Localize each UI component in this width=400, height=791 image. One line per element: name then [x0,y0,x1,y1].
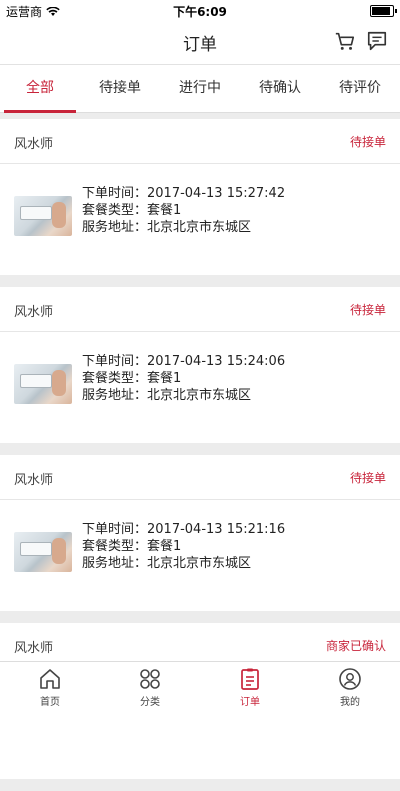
service-thumbnail [14,532,72,572]
provider-name: 风水师 [14,641,54,656]
package-label: 套餐类型： [82,371,148,386]
battery-fill [372,7,390,15]
order-status: 待接单 [349,303,386,317]
message-icon[interactable] [366,30,388,52]
order-time: 2017-04-13 15:24:06 [147,354,286,369]
address-label: 服务地址： [82,220,148,235]
package-type: 套餐1 [147,539,182,554]
package-row: 套餐类型：套餐1 [82,202,285,219]
package-label: 套餐类型： [82,539,148,554]
tab-pending-accept[interactable]: 待接单 [80,65,160,112]
profile-icon [339,668,361,690]
order-status: 待接单 [349,135,386,149]
home-icon [40,669,60,689]
cart-icon[interactable] [334,30,356,52]
order-time-row: 下单时间：2017-04-13 15:27:42 [82,185,285,202]
order-card-header: 风水师 待接单 [0,287,400,332]
status-bar: 运营商 下午6:09 [0,0,400,20]
order-details: 下单时间：2017-04-13 15:21:16 套餐类型：套餐1 服务地址：北… [82,521,285,572]
order-card[interactable]: 风水师 待接单 下单时间：2017-04-13 15:24:06 套餐类型：套餐… [0,287,400,443]
service-thumbnail [14,196,72,236]
service-address: 北京北京市东城区 [147,556,252,571]
order-details: 下单时间：2017-04-13 15:24:06 套餐类型：套餐1 服务地址：北… [82,353,285,404]
battery-icon [370,5,397,17]
address-row: 服务地址：北京北京市东城区 [82,555,285,572]
provider-name: 风水师 [14,473,54,488]
service-address: 北京北京市东城区 [147,388,252,403]
provider-name: 风水师 [14,137,54,152]
status-time: 下午6:09 [173,5,227,19]
order-card-body: 下单时间：2017-04-13 15:21:16 套餐类型：套餐1 服务地址：北… [0,500,400,600]
provider-name: 风水师 [14,305,54,320]
order-time-label: 下单时间： [82,354,148,369]
bottom-tab-bar: 首页 分类 订单 我的 [0,661,400,711]
category-icon [140,669,160,689]
order-time: 2017-04-13 15:27:42 [147,186,286,201]
tab-all[interactable]: 全部 [0,65,80,113]
tabbar-label: 分类 [140,697,160,708]
package-type: 套餐1 [147,203,182,218]
order-filter-tabs: 全部 待接单 进行中 待确认 待评价 [0,65,400,113]
service-thumbnail [14,364,72,404]
order-card-header: 风水师 待接单 [0,455,400,500]
package-row: 套餐类型：套餐1 [82,538,285,555]
tabbar-label: 我的 [340,697,360,708]
order-time-row: 下单时间：2017-04-13 15:21:16 [82,521,285,538]
package-row: 套餐类型：套餐1 [82,370,285,387]
order-card-body: 下单时间：2017-04-13 15:24:06 套餐类型：套餐1 服务地址：北… [0,332,400,432]
tabbar-item-profile[interactable]: 我的 [300,662,400,711]
order-card-header: 风水师 待接单 [0,119,400,164]
order-time: 2017-04-13 15:21:16 [147,522,286,537]
address-label: 服务地址： [82,556,148,571]
tab-pending-review[interactable]: 待评价 [320,65,400,112]
order-card[interactable]: 风水师 待接单 下单时间：2017-04-13 15:21:16 套餐类型：套餐… [0,455,400,611]
tabbar-item-order[interactable]: 订单 [200,662,300,711]
tab-in-progress[interactable]: 进行中 [160,65,240,112]
address-label: 服务地址： [82,388,148,403]
order-details: 下单时间：2017-04-13 15:27:42 套餐类型：套餐1 服务地址：北… [82,185,285,236]
order-card-body: 下单时间：2017-04-13 15:27:42 套餐类型：套餐1 服务地址：北… [0,164,400,264]
order-time-row: 下单时间：2017-04-13 15:24:06 [82,353,285,370]
package-type: 套餐1 [147,371,182,386]
order-status: 商家已确认 [325,639,386,653]
order-card[interactable]: 风水师 待接单 下单时间：2017-04-13 15:27:42 套餐类型：套餐… [0,119,400,275]
tab-pending-confirm[interactable]: 待确认 [240,65,320,112]
order-time-label: 下单时间： [82,522,148,537]
order-icon [241,668,259,690]
tabbar-label: 首页 [40,697,60,708]
order-time-label: 下单时间： [82,186,148,201]
package-label: 套餐类型： [82,203,148,218]
order-status: 待接单 [349,471,386,485]
address-row: 服务地址：北京北京市东城区 [82,387,285,404]
address-row: 服务地址：北京北京市东城区 [82,219,285,236]
nav-bar: 订单 [0,20,400,65]
service-address: 北京北京市东城区 [147,220,252,235]
tabbar-label: 订单 [240,697,260,708]
tabbar-item-category[interactable]: 分类 [100,662,200,711]
tabbar-item-home[interactable]: 首页 [0,662,100,711]
